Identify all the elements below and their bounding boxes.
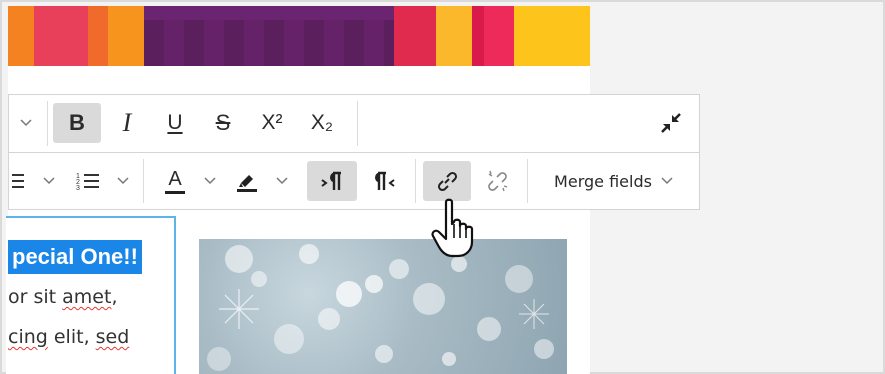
text-content-block[interactable]: pecial One!! or sit amet, cing elit, sed <box>6 216 176 374</box>
winter-bokeh-image[interactable] <box>199 239 567 374</box>
text-fragment: , <box>111 286 118 308</box>
banner-stripe <box>484 6 514 66</box>
subscript-button[interactable]: X₂ <box>299 103 345 143</box>
chevron-down-icon <box>43 177 55 185</box>
snowflake-shape <box>219 289 259 329</box>
font-color-button[interactable]: A <box>155 161 195 201</box>
banner-stripe <box>34 6 88 66</box>
numbered-list-dropdown[interactable] <box>109 161 137 201</box>
bokeh-pattern <box>207 244 554 371</box>
banner-stripe <box>514 6 590 66</box>
hand-pointer-cursor <box>430 198 480 265</box>
toolbar-divider <box>357 101 358 146</box>
underline-icon: U <box>167 111 183 134</box>
left-to-right-icon <box>321 171 341 190</box>
misspelled-word[interactable]: cing <box>8 326 48 348</box>
chevron-down-icon <box>276 177 288 185</box>
toolbar-row-paragraph: 1 2 3 A Merge fields <box>8 152 700 210</box>
text-fragment: or sit <box>8 286 63 308</box>
minimize-arrows-icon <box>661 113 681 133</box>
banner-stripe <box>436 6 472 66</box>
numbered-list-button[interactable]: 1 2 3 <box>69 161 107 201</box>
rtl-direction-button[interactable] <box>361 161 407 201</box>
bulleted-list-button[interactable] <box>9 161 31 201</box>
link-icon <box>437 171 458 192</box>
font-color-dropdown[interactable] <box>197 161 223 201</box>
misspelled-word[interactable]: sed <box>96 326 130 348</box>
subscript-icon: X₂ <box>310 111 334 134</box>
banner-pattern <box>144 20 394 66</box>
snowflake-shape <box>519 299 549 329</box>
font-color-swatch <box>165 190 185 194</box>
highlighter-icon <box>237 175 257 192</box>
body-text-line[interactable]: cing elit, sed <box>8 326 129 348</box>
banner-stripe <box>394 6 436 66</box>
bulleted-list-icon <box>12 174 24 188</box>
strikethrough-icon: S <box>215 110 231 135</box>
chevron-down-icon <box>661 177 673 185</box>
italic-icon: I <box>122 108 132 137</box>
merge-fields-dropdown[interactable]: Merge fields <box>539 161 689 201</box>
dropdown-chevron[interactable] <box>9 103 43 143</box>
font-color-letter: A <box>168 167 182 190</box>
banner-stripe <box>8 6 34 66</box>
banner-stripe <box>472 6 484 66</box>
bold-icon: B <box>69 110 85 135</box>
bulleted-list-dropdown[interactable] <box>35 161 63 201</box>
toolbar-divider <box>47 101 48 146</box>
superscript-icon: X² <box>261 111 283 134</box>
collapse-toolbar-button[interactable] <box>649 103 693 143</box>
text-fragment: elit, <box>47 326 96 348</box>
superscript-button[interactable]: X² <box>249 103 295 143</box>
ltr-direction-button[interactable] <box>307 161 357 201</box>
merge-fields-label: Merge fields <box>554 171 652 191</box>
numbered-list-icon: 1 2 3 <box>76 173 99 192</box>
svg-text:3: 3 <box>76 185 80 192</box>
toolbar-divider <box>143 159 144 203</box>
insert-link-button[interactable] <box>423 161 471 201</box>
bold-button[interactable]: B <box>53 103 101 143</box>
highlight-color-button[interactable] <box>227 161 267 201</box>
toolbar-row-formatting: B I U S X² X₂ <box>8 94 700 153</box>
chevron-down-icon <box>117 177 129 185</box>
strikethrough-button[interactable]: S <box>201 103 245 143</box>
remove-link-button[interactable] <box>475 161 519 201</box>
underline-button[interactable]: U <box>153 103 197 143</box>
chevron-down-icon <box>204 177 216 185</box>
unlink-icon <box>488 170 508 192</box>
misspelled-word[interactable]: amet <box>62 286 111 308</box>
toolbar-divider <box>415 159 416 203</box>
right-to-left-icon <box>375 171 395 190</box>
italic-button[interactable]: I <box>105 103 149 143</box>
highlight-color-dropdown[interactable] <box>269 161 295 201</box>
chevron-down-icon <box>20 119 32 127</box>
font-color-icon: A <box>165 169 185 194</box>
banner-stripe <box>88 6 108 66</box>
toolbar-divider <box>527 159 528 203</box>
body-text-line[interactable]: or sit amet, <box>8 286 118 308</box>
header-banner-image <box>8 6 590 66</box>
selected-heading-text[interactable]: pecial One!! <box>8 240 142 274</box>
hand-cursor-icon <box>431 198 474 258</box>
